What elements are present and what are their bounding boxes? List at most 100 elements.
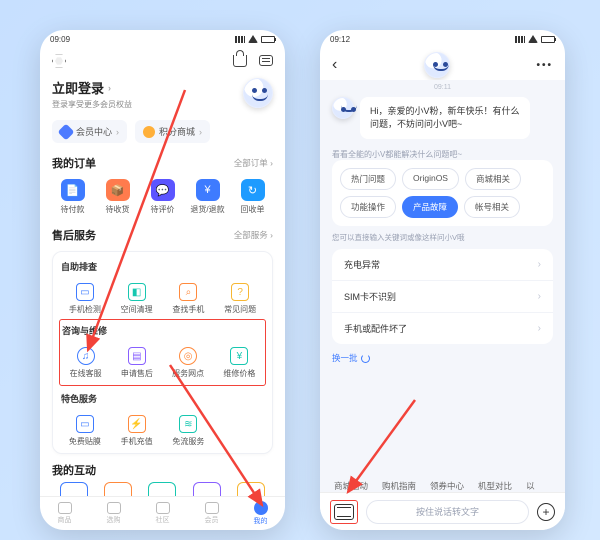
settings-hex-icon[interactable] xyxy=(52,54,66,68)
pill-originos[interactable]: OriginOS xyxy=(402,168,459,190)
location-icon: ◎ xyxy=(179,347,197,365)
battery-icon xyxy=(261,36,275,43)
sug-compare[interactable]: 机型对比 xyxy=(478,480,512,492)
points-mall-chip[interactable]: 积分商城 › xyxy=(135,120,210,143)
member-center-chip[interactable]: 会员中心 › xyxy=(52,120,127,143)
order-item-refund[interactable]: ¥退货/退款 xyxy=(187,179,228,215)
chip-label: 积分商城 xyxy=(159,125,195,138)
svc-apply-aftersale[interactable]: ▤申请售后 xyxy=(111,343,162,383)
cart-icon[interactable] xyxy=(233,55,247,67)
order-item-pending-review[interactable]: 💬待评价 xyxy=(142,179,183,215)
svc-phone-check[interactable]: ▭手机检测 xyxy=(59,279,111,319)
group2-head: 咨询与维修 xyxy=(62,324,263,337)
wifi-icon xyxy=(248,35,258,43)
tab-mine[interactable]: 我的 xyxy=(236,501,285,526)
order-item-recycle[interactable]: ↻回收单 xyxy=(232,179,273,215)
heart-icon xyxy=(58,502,72,514)
chip-label: 会员中心 xyxy=(76,125,112,138)
bottom-tabbar: 商品 选购 社区 会员 我的 xyxy=(40,496,285,530)
chevron-right-icon: › xyxy=(538,291,541,302)
service-more[interactable]: 全部服务 › xyxy=(234,229,273,241)
order-item-pending-ship[interactable]: 📦待收货 xyxy=(97,179,138,215)
orders-title: 我的订单 xyxy=(52,155,96,171)
chevron-right-icon: › xyxy=(108,83,111,93)
faq-item-sim[interactable]: SIM卡不识别› xyxy=(332,281,553,313)
status-time: 09:09 xyxy=(50,35,70,44)
svc-find[interactable]: ⌕查找手机 xyxy=(163,279,215,319)
chat-icon: 💬 xyxy=(151,179,175,201)
refresh-icon xyxy=(361,354,370,363)
keyboard-icon[interactable] xyxy=(334,504,354,520)
svc-faq[interactable]: ?常见问题 xyxy=(214,279,266,319)
data-icon: ≋ xyxy=(179,415,197,433)
svc-repair-price[interactable]: ¥维修价格 xyxy=(214,343,265,383)
sug-more[interactable]: 以 xyxy=(526,480,535,492)
svc-service-point[interactable]: ◎服务网点 xyxy=(163,343,214,383)
avatar[interactable] xyxy=(243,78,273,108)
greeting-bubble: Hi，亲爱的小V粉，新年快乐！有什么问题，不妨问问小V吧~ xyxy=(332,97,553,139)
refresh-button[interactable]: 换一批 xyxy=(332,352,553,364)
group1-head: 自助排查 xyxy=(61,260,264,273)
pill-function[interactable]: 功能操作 xyxy=(340,196,396,218)
login-subtitle: 登录享受更多会员权益 xyxy=(52,99,132,110)
svc-free-data[interactable]: ≋免流服务 xyxy=(163,411,215,451)
interact-chip-1[interactable] xyxy=(60,482,88,496)
community-icon xyxy=(156,502,170,514)
login-title[interactable]: 立即登录 › xyxy=(52,78,132,97)
wifi-icon xyxy=(528,35,538,43)
tab-shop[interactable]: 选购 xyxy=(89,502,138,525)
tab-goods[interactable]: 商品 xyxy=(40,502,89,525)
more-button[interactable]: ••• xyxy=(536,60,553,71)
svc-topup[interactable]: ⚡手机充值 xyxy=(111,411,163,451)
sug-mall-activity[interactable]: 商城活动 xyxy=(334,480,368,492)
chat-input-bar: 按住说话转文字 + xyxy=(320,492,565,530)
bot-avatar-small xyxy=(332,97,354,119)
svc-clean[interactable]: ◧空间清理 xyxy=(111,279,163,319)
input-hint: 您可以直接输入关键词或像这样问小V哦 xyxy=(332,232,553,243)
add-button[interactable]: + xyxy=(537,503,555,521)
topup-icon: ⚡ xyxy=(128,415,146,433)
back-button[interactable]: ‹ xyxy=(332,56,337,74)
input-placeholder: 按住说话转文字 xyxy=(416,505,479,518)
film-icon: ▭ xyxy=(76,415,94,433)
sug-buy-guide[interactable]: 购机指南 xyxy=(382,480,416,492)
diamond-icon xyxy=(58,123,75,140)
orders-more[interactable]: 全部订单 › xyxy=(234,157,273,169)
search-icon: ⌕ xyxy=(179,283,197,301)
chat-header: ‹ ••• xyxy=(320,48,565,80)
svc-online-support[interactable]: ♫在线客服 xyxy=(60,343,111,383)
question-icon: ? xyxy=(231,283,249,301)
interact-chip-4[interactable] xyxy=(193,482,221,496)
form-icon: ▤ xyxy=(128,347,146,365)
pill-fault[interactable]: 产品故障 xyxy=(402,196,458,218)
headset-icon: ♫ xyxy=(77,347,95,365)
member-icon xyxy=(205,502,219,514)
status-time: 09:12 xyxy=(330,35,350,44)
bag-icon xyxy=(107,502,121,514)
pill-hot[interactable]: 热门问题 xyxy=(340,168,396,190)
interact-chip-5[interactable] xyxy=(237,482,265,496)
interact-chip-2[interactable] xyxy=(104,482,132,496)
coin-icon xyxy=(143,126,155,138)
bot-avatar xyxy=(424,52,450,78)
chevron-right-icon: › xyxy=(538,323,541,334)
topic-pills: 热门问题 OriginOS 商城相关 功能操作 产品故障 帐号相关 xyxy=(332,160,553,226)
tab-community[interactable]: 社区 xyxy=(138,502,187,525)
sug-coupons[interactable]: 领券中心 xyxy=(430,480,464,492)
pill-mall[interactable]: 商城相关 xyxy=(465,168,521,190)
voice-input[interactable]: 按住说话转文字 xyxy=(366,500,529,524)
interact-chip-3[interactable] xyxy=(148,482,176,496)
messages-icon[interactable] xyxy=(259,55,273,66)
mine-icon xyxy=(254,501,268,515)
faq-item-broken[interactable]: 手机或配件坏了› xyxy=(332,313,553,344)
signal-icon xyxy=(515,36,525,43)
login-title-text: 立即登录 xyxy=(52,78,104,97)
tab-member[interactable]: 会员 xyxy=(187,502,236,525)
svc-free-film[interactable]: ▭免费贴膜 xyxy=(59,411,111,451)
order-item-pending-pay[interactable]: 📄待付款 xyxy=(52,179,93,215)
pill-account[interactable]: 帐号相关 xyxy=(464,196,520,218)
faq-item-charge[interactable]: 充电异常› xyxy=(332,249,553,281)
statusbar-right: 09:12 xyxy=(320,30,565,48)
box-icon: 📦 xyxy=(106,179,130,201)
service-title: 售后服务 xyxy=(52,227,96,243)
